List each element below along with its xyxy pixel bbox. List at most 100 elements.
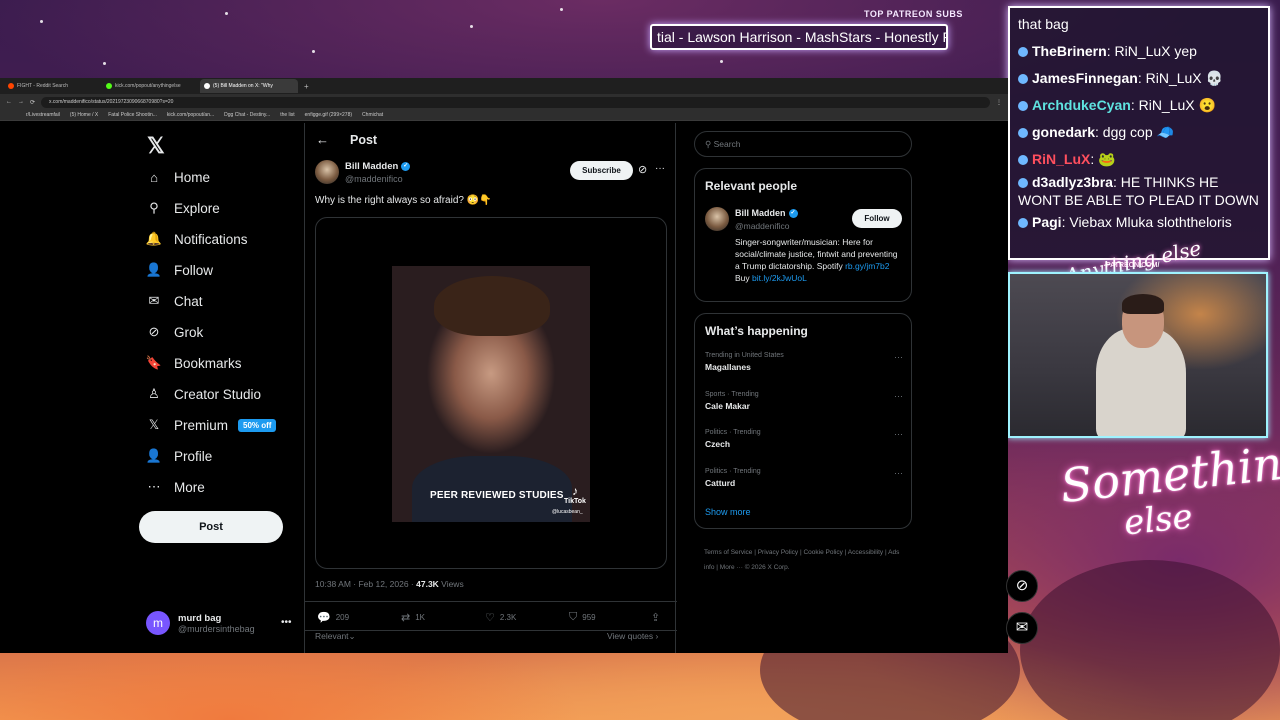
bookmark-item[interactable]: enfigge.gif (299×278) [305, 112, 352, 118]
forward-nav-icon[interactable]: → [18, 99, 24, 105]
chat-message: dgg cop [1102, 124, 1153, 140]
more-options-icon[interactable]: ··· [894, 391, 903, 401]
nav-label: Bookmarks [174, 355, 242, 371]
trend-item[interactable]: Trending in United States Magallanes ··· [705, 352, 903, 372]
verified-icon: ✓ [401, 162, 411, 171]
nav-bookmarks[interactable]: 🔖 Bookmarks [146, 355, 242, 371]
repost-button[interactable]: ⇄ 1K [401, 611, 425, 624]
bookmarks-bar: r/Livestreamfail (5) Home / X Fatal Poli… [0, 110, 1008, 121]
grok-fab-icon[interactable]: ⊘ [1006, 570, 1038, 602]
reload-icon[interactable]: ⟳ [30, 99, 35, 106]
bookmark-item[interactable]: r/Livestreamfail [26, 112, 60, 118]
view-quotes-link[interactable]: View quotes › [607, 631, 658, 641]
account-switcher[interactable]: m murd bag @murdersinthebag [146, 611, 255, 635]
bio-link[interactable]: bit.ly/2kJwUoL [752, 273, 807, 283]
like-count: 2.3K [499, 613, 517, 622]
chat-username: ArchdukeCyan [1032, 97, 1131, 113]
person-name[interactable]: Bill Madden ✓ [735, 208, 798, 218]
person-handle: @maddenifico [735, 221, 790, 231]
share-icon: ⇪ [651, 612, 661, 624]
whats-happening-panel: What’s happening Trending in United Stat… [694, 313, 912, 529]
bookmark-item[interactable]: the list [280, 112, 294, 118]
follow-button[interactable]: Follow [852, 209, 902, 228]
messages-fab-icon[interactable]: ✉ [1006, 612, 1038, 644]
avatar[interactable] [705, 207, 729, 231]
nav-label: Grok [174, 324, 204, 340]
bookmark-item[interactable]: Fatal Police Shootin... [108, 112, 157, 118]
share-button[interactable]: ⇪ [651, 611, 660, 624]
nav-grok[interactable]: ⊘ Grok [146, 324, 204, 340]
post-meta: 10:38 AM · Feb 12, 2026 · 47.3K Views [315, 579, 464, 589]
emote-icon: 🧢 [1156, 124, 1174, 140]
nav-home[interactable]: ⌂ Home [146, 169, 210, 185]
reply-sort-dropdown[interactable]: Relevant⌄ [315, 631, 356, 642]
mail-icon: ✉ [148, 293, 160, 308]
nav-profile[interactable]: 👤 Profile [146, 448, 212, 464]
avatar[interactable] [315, 160, 339, 184]
nav-follow[interactable]: 👤 Follow [146, 262, 213, 278]
bookmark-button[interactable]: ⛉ 959 [569, 611, 596, 624]
back-nav-icon[interactable]: ← [6, 99, 12, 105]
nav-premium[interactable]: 𝕏 Premium 50% off [146, 417, 277, 433]
chat-badge-icon [1018, 74, 1028, 85]
trend-item[interactable]: Sports · Trending Cale Makar ··· [705, 391, 903, 411]
bookmark-item[interactable]: (5) Home / X [70, 112, 98, 118]
browser-tab-active[interactable]: (5) Bill Madden on X: "Why [200, 79, 298, 93]
bookmark-item[interactable]: kick.com/popout/an... [167, 112, 214, 118]
bio-link[interactable]: rb.gy/jm7b2 [845, 261, 889, 271]
add-person-icon: 👤 [145, 262, 163, 277]
chat-badge-icon [1018, 178, 1028, 189]
page-title: Post [350, 133, 378, 147]
chat-badge-icon [1018, 218, 1028, 229]
video-card[interactable]: PEER REVIEWED STUDIES ♪ TikTok @lucasbean… [315, 217, 667, 569]
repost-count: 1K [415, 613, 426, 622]
url-field[interactable]: x.com/maddenifico/status/202197230906687… [41, 96, 990, 108]
browser-tab[interactable]: kick.com/popout/anythingelse [102, 79, 200, 93]
address-bar: ← → ⟳ x.com/maddenifico/status/202197230… [0, 94, 1008, 110]
nav-notifications[interactable]: 🔔 Notifications [146, 231, 248, 247]
more-options-icon[interactable]: ··· [894, 429, 903, 439]
more-options-icon[interactable]: ··· [655, 163, 665, 174]
back-arrow-icon[interactable]: ← [316, 132, 329, 147]
show-more-link[interactable]: Show more [705, 507, 751, 517]
bookmark-item[interactable]: Dgg Chat - Destiny... [224, 112, 270, 118]
footer-links[interactable]: Terms of Service | Privacy Policy | Cook… [704, 545, 904, 575]
nav-label: Profile [174, 448, 213, 464]
post-time: 10:38 AM · Feb 12, 2026 · [315, 579, 417, 589]
extensions-icon[interactable]: ⋮ [996, 99, 1002, 106]
star [470, 25, 473, 28]
search-input[interactable]: ⚲ Search [694, 131, 912, 157]
chat-line: that bag [1018, 16, 1069, 32]
account-more-icon[interactable]: ••• [281, 617, 292, 628]
nav-chat[interactable]: ✉ Chat [146, 293, 203, 309]
repost-icon: ⇄ [401, 612, 411, 624]
trend-name: Czech [705, 439, 731, 449]
star [103, 62, 106, 65]
post-button[interactable]: Post [139, 511, 283, 543]
chat-username: Pagi [1032, 214, 1062, 230]
like-button[interactable]: ♡ 2.3K [485, 611, 516, 624]
author-name[interactable]: Bill Madden ✓ [345, 161, 411, 172]
subscribe-button[interactable]: Subscribe [570, 161, 633, 180]
chat-line: d3adlyz3bra: HE THINKS HE WONT BE ABLE T… [1018, 174, 1259, 208]
trend-item[interactable]: Politics · Trending Czech ··· [705, 429, 903, 449]
trend-name: Cale Makar [705, 401, 750, 411]
reply-button[interactable]: 💬 209 [317, 611, 349, 624]
bookmark-item[interactable]: Chmichat [362, 112, 383, 118]
webcam-feed [1008, 272, 1268, 438]
more-options-icon[interactable]: ··· [894, 468, 903, 478]
chat-message: RiN_LuX [1145, 70, 1202, 86]
tiktok-icon: ♪ TikTok [564, 484, 586, 505]
emote-icon: 🐸 [1098, 151, 1116, 167]
more-options-icon[interactable]: ··· [894, 352, 903, 362]
browser-tab[interactable]: FIGHT - Reddit Search [4, 79, 102, 93]
video-frame[interactable]: PEER REVIEWED STUDIES ♪ TikTok @lucasbean… [392, 266, 590, 522]
new-tab-icon[interactable]: + [304, 82, 309, 91]
grok-icon[interactable]: ⊘ [638, 163, 647, 176]
nav-creator-studio[interactable]: ♙ Creator Studio [146, 386, 261, 402]
x-logo-icon[interactable]: 𝕏 [147, 133, 165, 159]
nav-explore[interactable]: ⚲ Explore [146, 200, 220, 216]
nav-more[interactable]: ⋯ More [146, 479, 205, 495]
trend-item[interactable]: Politics · Trending Catturd ··· [705, 468, 903, 488]
chat-username: gonedark [1032, 124, 1096, 140]
